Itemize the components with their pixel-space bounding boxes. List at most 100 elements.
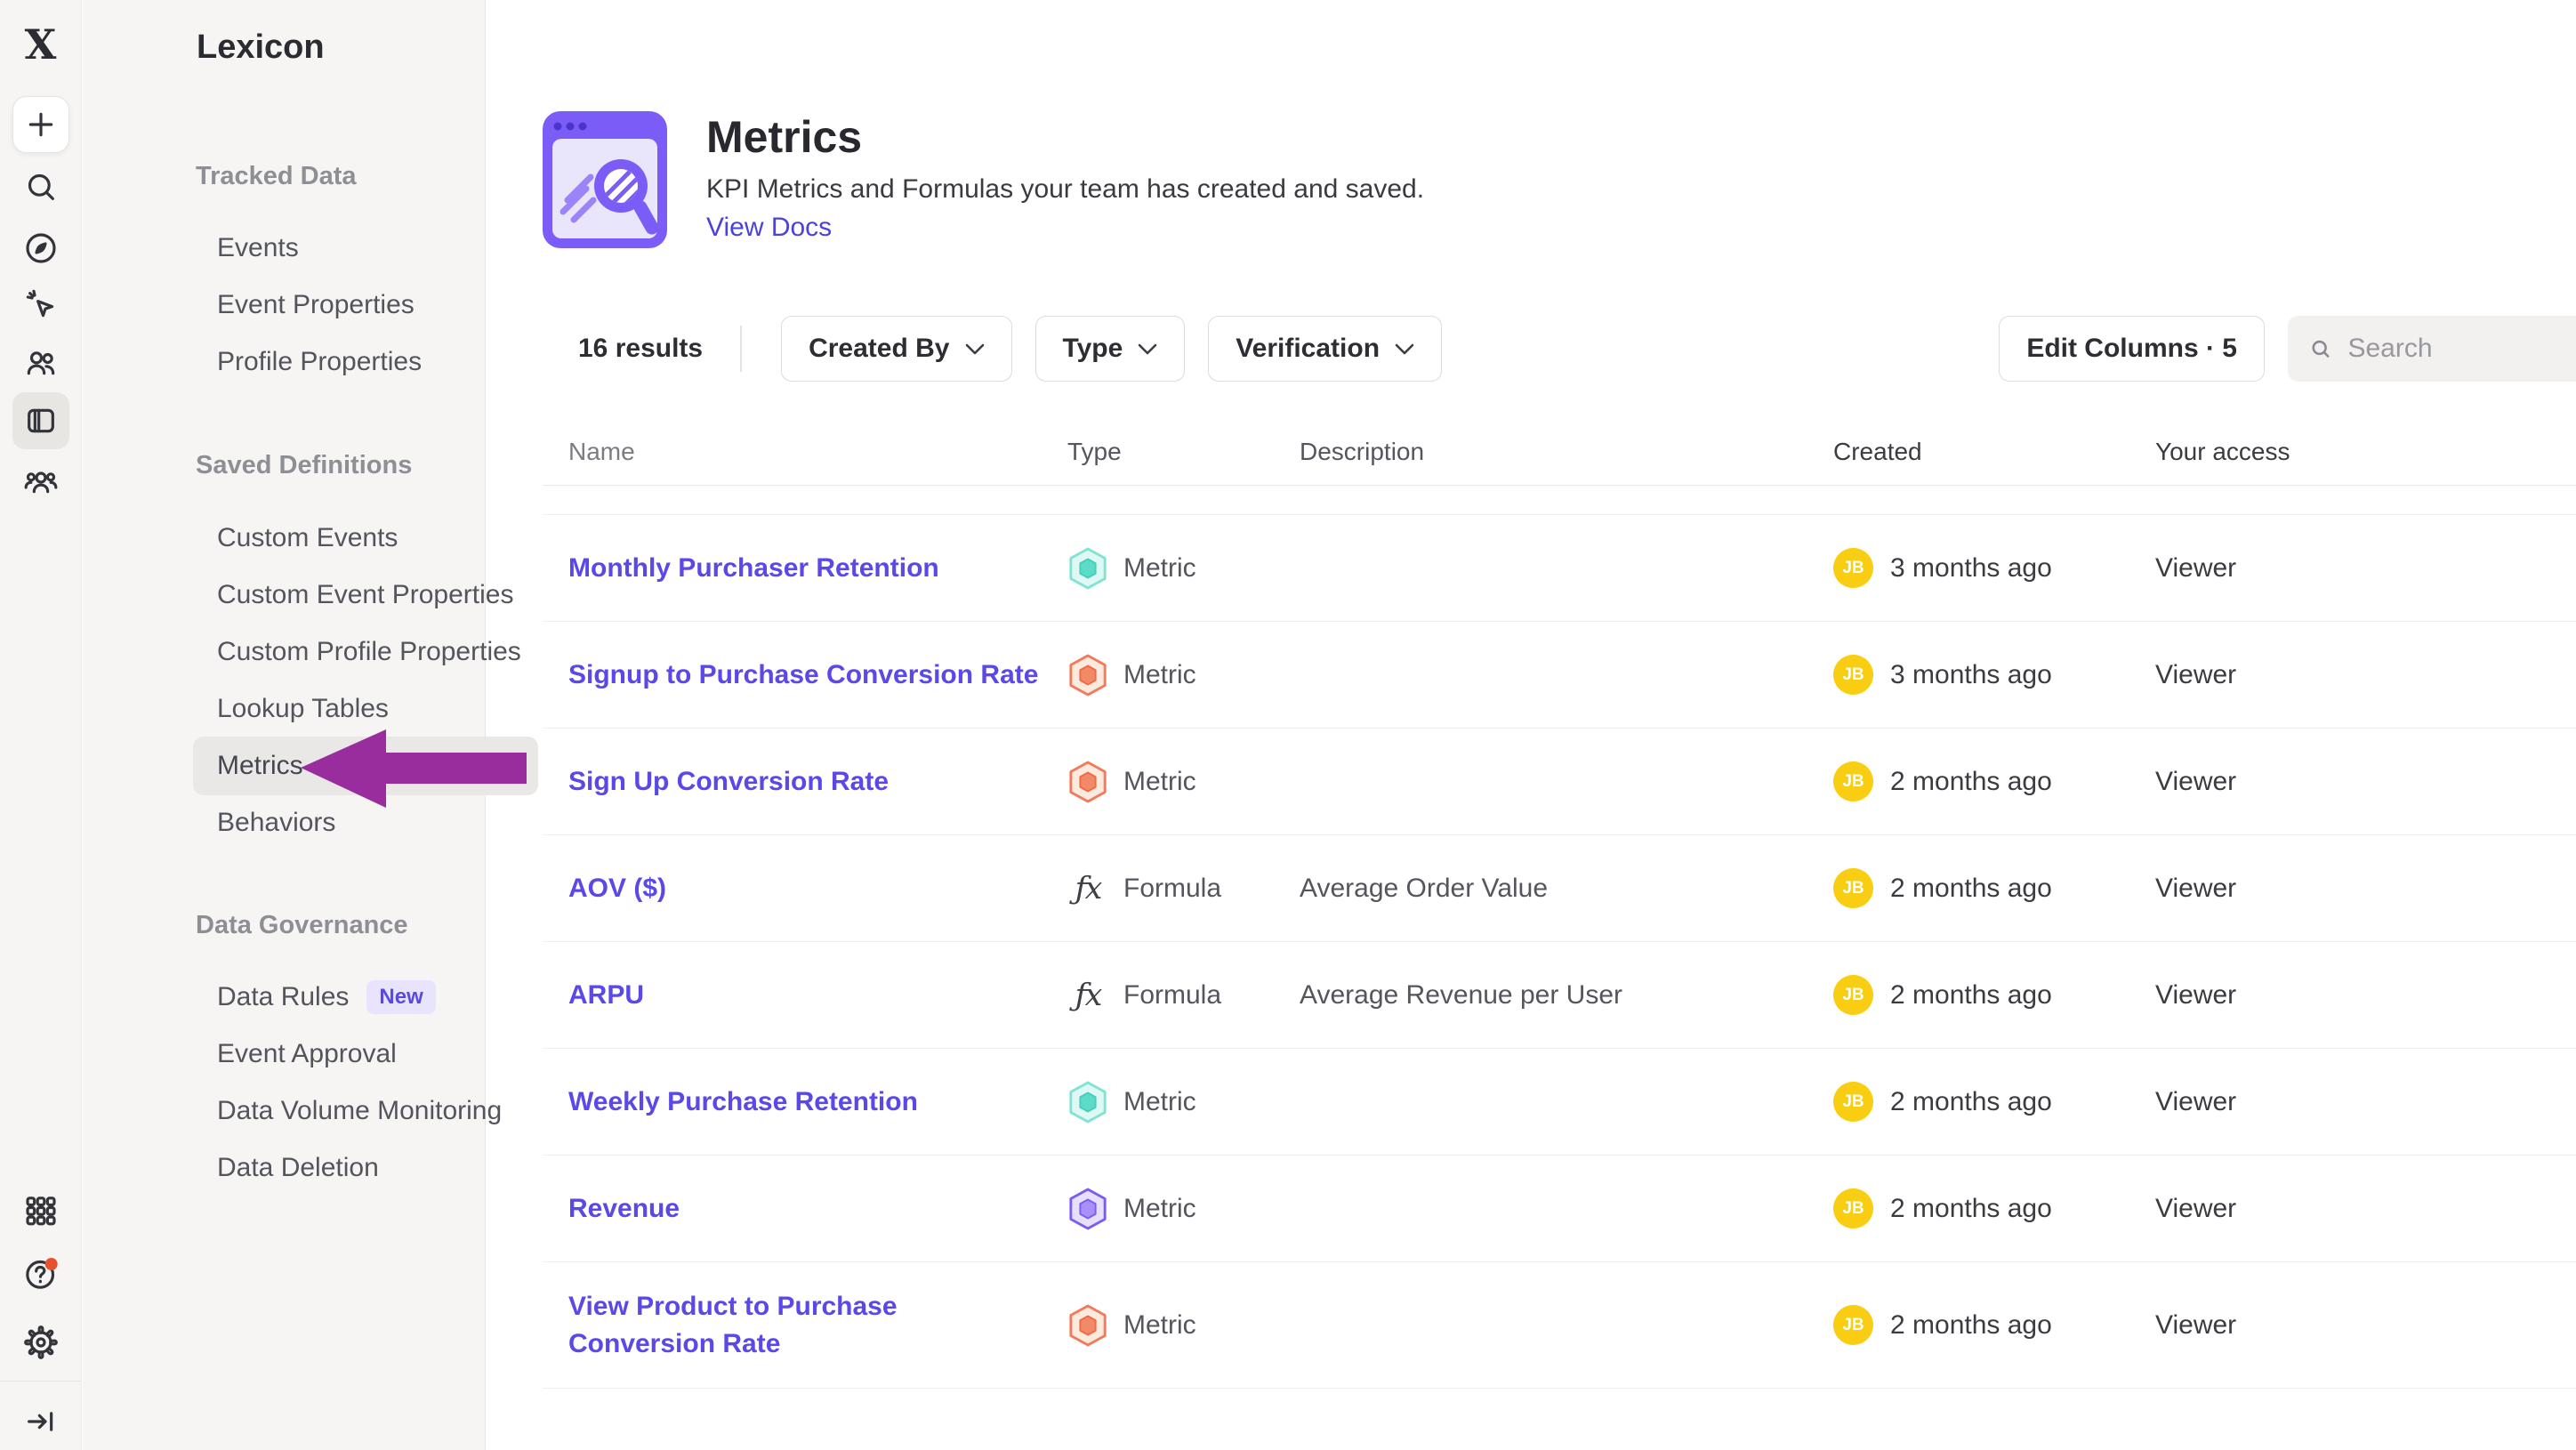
type-label: Metric [1123, 1194, 1196, 1224]
metric-hexagon-icon [1067, 1187, 1108, 1231]
sidebar-item-data-rules[interactable]: Data Rules New [193, 968, 538, 1027]
metric-hexagon-icon [1067, 546, 1108, 591]
filter-type[interactable]: Type [1035, 316, 1186, 382]
plus-icon [23, 107, 59, 142]
cursor-click-icon [23, 286, 59, 322]
table-row: Revenue Metric JB2 months ago Viewer [543, 1156, 2576, 1262]
rail-apps-button[interactable] [12, 1182, 69, 1239]
access-level: Viewer [2155, 660, 2576, 690]
table-row: View Product to Purchase Conversion Rate… [543, 1262, 2576, 1389]
settings-gear-icon [23, 1325, 59, 1360]
type-label: Metric [1123, 660, 1196, 690]
col-type: Type [1067, 438, 1300, 466]
access-level: Viewer [2155, 553, 2576, 584]
users-icon [23, 345, 59, 381]
apps-grid-icon [23, 1193, 59, 1228]
avatar: JB [1833, 1305, 1873, 1345]
sidebar-item-lookup-tables[interactable]: Lookup Tables [193, 680, 538, 738]
metric-name-link[interactable]: ARPU [568, 980, 644, 1010]
avatar: JB [1833, 1188, 1873, 1228]
results-count: 16 results [578, 334, 703, 364]
compass-icon [23, 230, 59, 266]
lexicon-book-icon [23, 403, 59, 439]
sidebar-item-custom-profile-properties[interactable]: Custom Profile Properties [193, 623, 538, 681]
avatar: JB [1833, 1082, 1873, 1122]
rail-users-button[interactable] [12, 334, 69, 391]
metric-name-link[interactable]: Sign Up Conversion Rate [568, 767, 889, 796]
type-label: Metric [1123, 553, 1196, 584]
access-level: Viewer [2155, 767, 2576, 797]
table-row: Weekly Purchase Retention Metric JB 2 mon… [543, 1049, 2576, 1156]
table-row: Monthly Purchaser Retention Metric JB3 m… [543, 515, 2576, 622]
created-ago: 2 months ago [1890, 1087, 2052, 1117]
main-content: Metrics KPI Metrics and Formulas your te… [486, 0, 2576, 1450]
rail-lexicon-button[interactable] [12, 392, 69, 449]
new-badge: New [366, 980, 435, 1014]
sidebar-item-events[interactable]: Events [193, 219, 538, 278]
filter-verification[interactable]: Verification [1208, 316, 1442, 382]
description: Average Revenue per User [1300, 980, 1833, 1011]
created-ago: 3 months ago [1890, 660, 2052, 690]
created-ago: 2 months ago [1890, 874, 2052, 904]
create-button[interactable] [12, 96, 69, 153]
rail-divider [0, 1381, 81, 1382]
help-question-icon [23, 1256, 59, 1292]
created-ago: 2 months ago [1890, 767, 2052, 797]
access-level: Viewer [2155, 980, 2576, 1011]
rail-discover-button[interactable] [12, 220, 69, 277]
formula-fx-icon: ƒx [1067, 866, 1108, 911]
metric-name-link[interactable]: Signup to Purchase Conversion Rate [568, 660, 1038, 689]
page-title: Metrics [706, 111, 1424, 163]
table-row: ARPU ƒxFormula Average Revenue per User … [543, 942, 2576, 1049]
view-docs-link[interactable]: View Docs [706, 209, 1424, 246]
chevron-down-icon [1138, 343, 1157, 355]
type-label: Metric [1123, 1087, 1196, 1117]
access-level: Viewer [2155, 1087, 2576, 1117]
notification-dot [44, 1258, 57, 1270]
sidebar-item-event-properties[interactable]: Event Properties [193, 276, 538, 334]
metric-hexagon-icon [1067, 653, 1108, 697]
rail-search-button[interactable] [12, 158, 69, 215]
filter-created-by[interactable]: Created By [781, 316, 1011, 382]
metrics-table: Name Type Description Created Your acces… [543, 418, 2576, 1389]
rail-cohorts-button[interactable] [12, 453, 69, 510]
collapse-arrow-icon [23, 1404, 59, 1439]
rail-settings-button[interactable] [12, 1314, 69, 1371]
col-created: Created [1833, 438, 2155, 466]
mixpanel-logo-glyph: X [25, 24, 57, 65]
metric-name-link[interactable]: Revenue [568, 1194, 680, 1223]
sidebar-item-profile-properties[interactable]: Profile Properties [193, 333, 538, 391]
table-header: Name Type Description Created Your acces… [543, 418, 2576, 486]
type-label: Metric [1123, 1310, 1196, 1341]
sidebar-item-metrics[interactable]: Metrics [193, 737, 538, 795]
page-subtitle: KPI Metrics and Formulas your team has c… [706, 170, 1424, 209]
sidebar-item-event-approval[interactable]: Event Approval [193, 1025, 538, 1083]
sidebar-item-data-deletion[interactable]: Data Deletion [193, 1139, 538, 1197]
metric-name-link[interactable]: Monthly Purchaser Retention [568, 553, 939, 583]
sidebar-item-custom-event-properties[interactable]: Custom Event Properties [193, 566, 538, 624]
scrolled-row-sliver [543, 486, 2576, 515]
sidebar-item-custom-events[interactable]: Custom Events [193, 509, 538, 568]
section-saved-definitions: Saved Definitions [196, 439, 412, 492]
mixpanel-logo[interactable]: X [12, 21, 69, 68]
search-input[interactable] [2347, 334, 2565, 364]
avatar: JB [1833, 868, 1873, 908]
metric-name-link[interactable]: Weekly Purchase Retention [568, 1087, 918, 1116]
edit-columns-button[interactable]: Edit Columns · 5 [1999, 316, 2265, 382]
metric-name-link[interactable]: AOV ($) [568, 874, 666, 903]
metric-name-link[interactable]: View Product to Purchase Conversion Rate [568, 1292, 898, 1358]
toolbar: 16 results Created By Type Verification … [543, 313, 2576, 384]
search-box[interactable] [2288, 316, 2576, 382]
lexicon-sidebar: Lexicon Tracked Data Events Event Proper… [83, 0, 486, 1450]
created-ago: 2 months ago [1890, 980, 2052, 1011]
sidebar-item-behaviors[interactable]: Behaviors [193, 793, 538, 852]
toolbar-divider [740, 326, 742, 372]
metrics-hero-icon [543, 111, 667, 248]
access-level: Viewer [2155, 874, 2576, 904]
access-level: Viewer [2155, 1310, 2576, 1341]
sidebar-item-data-volume-monitoring[interactable]: Data Volume Monitoring [193, 1082, 538, 1140]
collapse-panel-button[interactable] [12, 1393, 69, 1450]
page-header-text: Metrics KPI Metrics and Formulas your te… [706, 111, 1424, 248]
rail-events-button[interactable] [12, 276, 69, 333]
rail-help-button[interactable] [12, 1245, 69, 1302]
